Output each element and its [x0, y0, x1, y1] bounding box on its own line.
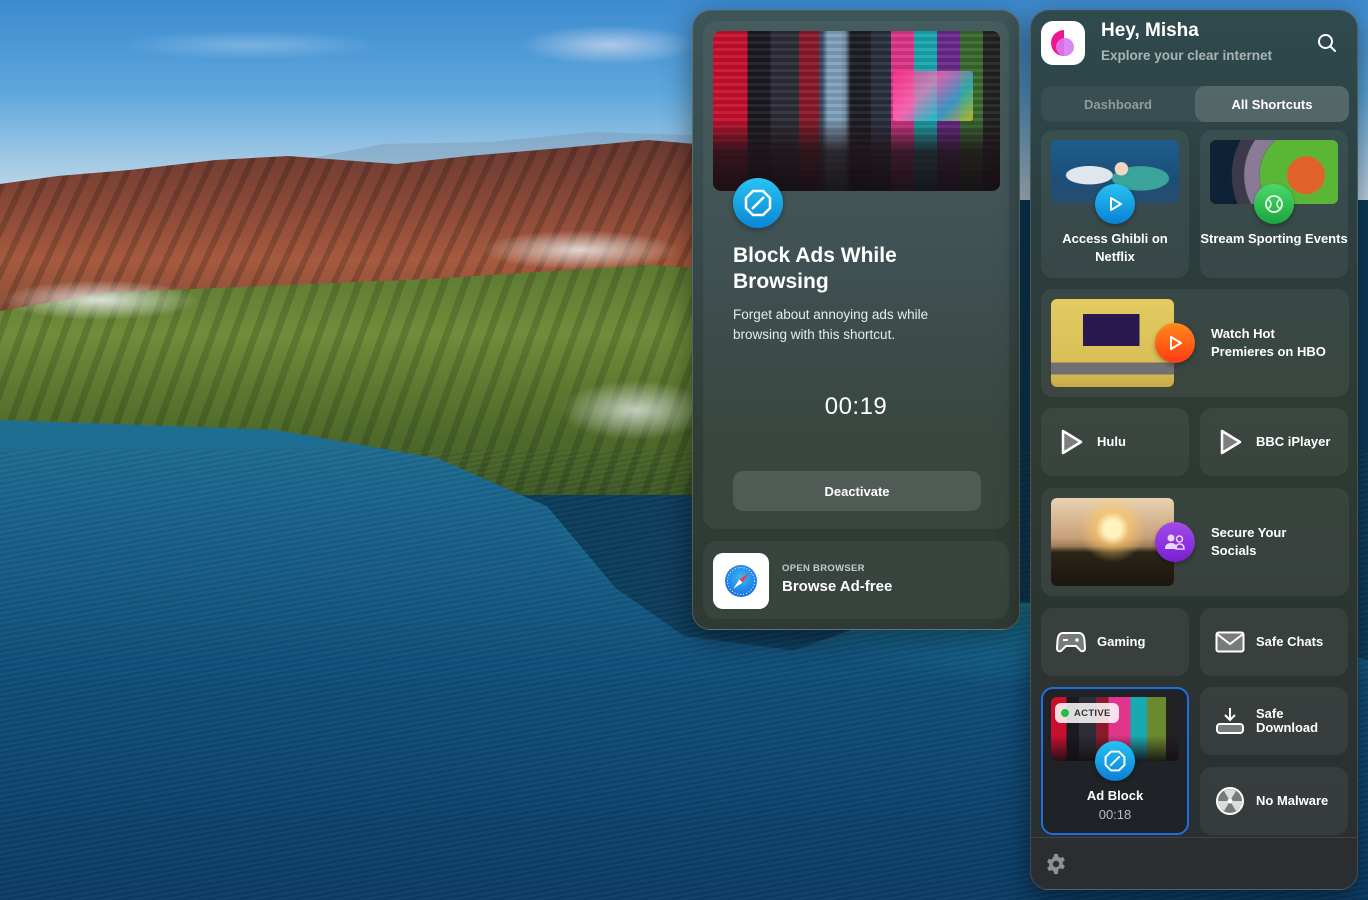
view-tabs: Dashboard All Shortcuts [1041, 86, 1349, 122]
panel-footer [1031, 837, 1357, 889]
shortcut-label: No Malware [1256, 793, 1329, 808]
shortcut-hbo-premieres[interactable]: Watch Hot Premieres on HBO [1041, 289, 1349, 397]
shortcut-bbc-iplayer[interactable]: BBC iPlayer [1200, 408, 1348, 476]
shortcut-label: Gaming [1097, 634, 1146, 649]
block-icon [1095, 741, 1135, 781]
tab-dashboard[interactable]: Dashboard [1041, 86, 1195, 122]
browse-ad-free-title: Browse Ad-free [782, 578, 893, 595]
users-icon [1155, 522, 1195, 562]
wallpaper-fog [0, 280, 200, 320]
play-icon [1095, 184, 1135, 224]
download-icon [1214, 705, 1246, 737]
app-logo-icon [1041, 21, 1085, 65]
shortcut-no-malware[interactable]: No Malware [1200, 767, 1348, 835]
settings-button[interactable] [1045, 853, 1067, 875]
shortcut-hulu[interactable]: Hulu [1041, 408, 1189, 476]
tab-all-shortcuts[interactable]: All Shortcuts [1195, 86, 1349, 122]
greeting-subtitle: Explore your clear internet [1101, 48, 1273, 63]
shortcut-safe-chats[interactable]: Safe Chats [1200, 608, 1348, 676]
shortcut-title: Block Ads While Browsing [733, 244, 897, 293]
block-icon [733, 178, 783, 228]
shortcut-label: Access Ghibli on Netflix [1062, 231, 1168, 264]
envelope-icon [1214, 626, 1246, 658]
gear-icon [1047, 853, 1065, 875]
search-icon [1318, 34, 1336, 52]
app-main-panel: Hey, Misha Explore your clear internet D… [1030, 10, 1358, 890]
tennis-ball-icon [1254, 184, 1294, 224]
play-icon [1055, 426, 1087, 458]
shortcut-label: Safe Chats [1256, 634, 1324, 649]
shortcut-label: Hulu [1097, 434, 1126, 449]
shortcut-detail-panel: Block Ads While Browsing Forget about an… [692, 10, 1020, 630]
safari-icon [713, 553, 769, 609]
play-icon [1214, 426, 1246, 458]
shortcut-timer: 00:19 [824, 393, 888, 420]
play-icon [1155, 323, 1195, 363]
hero-image-times-square [713, 31, 1000, 191]
shortcut-secure-socials[interactable]: Secure Your Socials [1041, 488, 1349, 596]
active-status-label: ACTIVE [1074, 707, 1111, 719]
active-status-badge: ACTIVE [1055, 703, 1119, 723]
deactivate-button[interactable]: Deactivate [733, 471, 981, 511]
shortcut-label: Ad Block [1086, 788, 1144, 803]
shortcut-label: Stream Sporting Events [1200, 231, 1348, 246]
search-button[interactable] [1315, 31, 1339, 55]
open-browser-label: OPEN BROWSER [782, 563, 865, 574]
shortcut-sporting-events[interactable]: Stream Sporting Events [1200, 130, 1348, 278]
shortcut-label: Secure Your Socials [1211, 525, 1287, 558]
shortcut-label: Watch Hot Premieres on HBO [1211, 326, 1326, 359]
radiation-icon [1214, 785, 1246, 817]
open-browser-card[interactable]: OPEN BROWSER Browse Ad-free [703, 541, 1009, 619]
shortcut-detail-card: Block Ads While Browsing Forget about an… [703, 21, 1009, 529]
shortcut-label: BBC iPlayer [1256, 434, 1331, 449]
ad-block-timer: 00:18 [1098, 807, 1132, 822]
wallpaper-fog [480, 230, 680, 270]
wallpaper-fog [560, 380, 710, 440]
wallpaper-cloud [520, 25, 700, 65]
gamepad-icon [1055, 626, 1087, 658]
wallpaper-cloud [120, 30, 380, 60]
active-status-dot [1061, 709, 1069, 717]
shortcut-label: Safe Download [1256, 706, 1319, 735]
greeting-title: Hey, Misha [1101, 20, 1199, 41]
shortcut-description: Forget about annoying ads while browsing… [733, 307, 929, 342]
shortcut-ghibli-netflix[interactable]: Access Ghibli on Netflix [1041, 130, 1189, 278]
shortcut-ad-block[interactable]: ACTIVE Ad Block 00:18 [1041, 687, 1189, 835]
shortcut-gaming[interactable]: Gaming [1041, 608, 1189, 676]
shortcut-safe-download[interactable]: Safe Download [1200, 687, 1348, 755]
